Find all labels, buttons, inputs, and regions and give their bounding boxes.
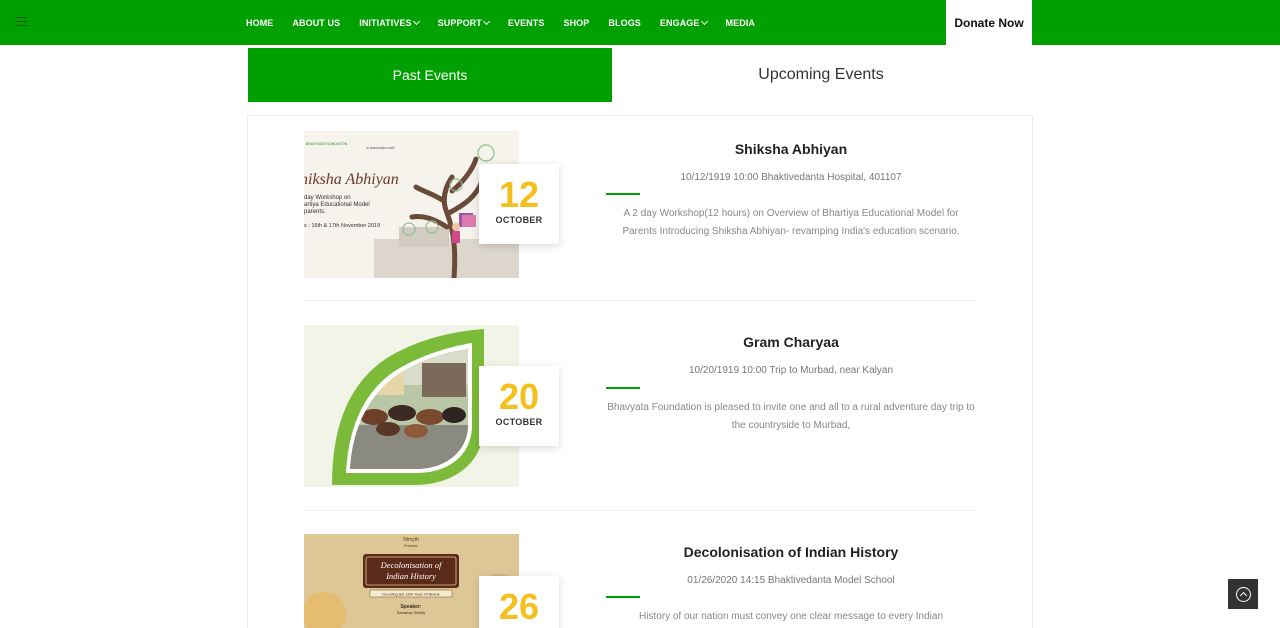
- nav-item-home[interactable]: HOME: [246, 18, 273, 28]
- list-divider: [304, 510, 976, 511]
- event-title[interactable]: Decolonisation of Indian History: [606, 544, 976, 560]
- svg-text:hiksha Abhiyan: hiksha Abhiyan: [304, 171, 399, 188]
- svg-text:Decolonisation of: Decolonisation of: [380, 560, 443, 570]
- svg-text:Decoding last 1300 Years Of Bh: Decoding last 1300 Years Of Bharat: [382, 593, 439, 597]
- svg-text:Indian History: Indian History: [385, 571, 436, 581]
- scroll-to-top-button[interactable]: [1228, 579, 1258, 609]
- event-divider-accent: [606, 193, 640, 195]
- event-date-badge: 20 OCTOBER: [479, 366, 559, 446]
- chevron-up-circle-icon: [1235, 586, 1251, 602]
- nav-item-shop[interactable]: SHOP: [563, 18, 589, 28]
- donate-now-button[interactable]: Donate Now: [946, 0, 1032, 45]
- svg-text:artiya Educational Model: artiya Educational Model: [304, 202, 370, 208]
- chevron-down-icon: [700, 17, 708, 25]
- event-divider-accent: [606, 596, 640, 598]
- event-date-day: 26: [498, 586, 540, 627]
- nav-item-engage[interactable]: ENGAGE: [660, 17, 708, 28]
- event-meta: 01/26/2020 14:15 Bhaktivedanta Model Sch…: [687, 575, 895, 586]
- svg-text:In association with: In association with: [366, 146, 395, 150]
- event-date-month: OCTOBER: [495, 215, 543, 225]
- event-description: A 2 day Workshop(12 hours) on Overview o…: [622, 208, 960, 237]
- chevron-down-icon: [482, 17, 490, 25]
- event-date-month: OCTOBER: [495, 417, 543, 427]
- nav-item-about-us[interactable]: ABOUT US: [292, 18, 340, 28]
- event-date-badge: 12 OCTOBER: [479, 164, 559, 244]
- event-text-block: Decolonisation of Indian History 01/26/2…: [606, 544, 976, 586]
- svg-text:Nimyth: Nimyth: [403, 537, 419, 543]
- top-navbar: HOME ABOUT US INITIATIVES SUPPORT EVENTS…: [0, 0, 1280, 45]
- nav-item-blogs[interactable]: BLOGS: [608, 18, 641, 28]
- svg-text:BHAVYATA FOUNDATION: BHAVYATA FOUNDATION: [306, 142, 348, 146]
- svg-text:Sandeep Shetty: Sandeep Shetty: [397, 610, 425, 615]
- event-meta: 10/20/1919 10:00 Trip to Murbad, near Ka…: [688, 365, 894, 376]
- event-item: Decolonisation of Indian History Decodin…: [304, 534, 976, 628]
- svg-text:parents.: parents.: [304, 209, 326, 215]
- event-item: 20 OCTOBER Gram Charyaa 10/20/1919 10:00…: [304, 325, 976, 487]
- event-item: BHAVYATA FOUNDATION In association with …: [304, 131, 976, 281]
- tab-past-events[interactable]: Past Events: [248, 48, 612, 102]
- nav-item-initiatives[interactable]: INITIATIVES: [359, 17, 420, 28]
- list-divider: [304, 300, 976, 301]
- event-text-block: Shiksha Abhiyan 10/12/1919 10:00 Bhaktiv…: [606, 141, 976, 183]
- nav-item-events[interactable]: EVENTS: [508, 18, 545, 28]
- chevron-down-icon: [412, 17, 420, 25]
- event-description: Bhavyata Foundation is pleased to invite…: [607, 402, 975, 431]
- svg-text:day Workshop on: day Workshop on: [304, 195, 351, 201]
- svg-text:Presents: Presents: [404, 544, 418, 548]
- event-date-badge: 26: [479, 576, 559, 628]
- event-text-block: Gram Charyaa 10/20/1919 10:00 Trip to Mu…: [606, 334, 976, 376]
- event-date-day: 20: [498, 376, 540, 417]
- tab-upcoming-events[interactable]: Upcoming Events: [612, 48, 1030, 102]
- event-date-day: 12: [498, 174, 540, 215]
- event-description: History of our nation must convey one cl…: [638, 611, 944, 622]
- nav-item-support[interactable]: SUPPORT: [438, 17, 490, 28]
- event-divider-accent: [606, 387, 640, 389]
- event-title[interactable]: Shiksha Abhiyan: [606, 141, 976, 157]
- main-nav: HOME ABOUT US INITIATIVES SUPPORT EVENTS…: [246, 0, 774, 45]
- event-meta: 10/12/1919 10:00 Bhaktivedanta Hospital,…: [680, 172, 902, 183]
- nav-item-media[interactable]: MEDIA: [726, 18, 756, 28]
- svg-text:s : 16th & 17th November 2019: s : 16th & 17th November 2019: [304, 223, 380, 229]
- event-title[interactable]: Gram Charyaa: [606, 334, 976, 350]
- hamburger-menu-icon[interactable]: [16, 17, 27, 26]
